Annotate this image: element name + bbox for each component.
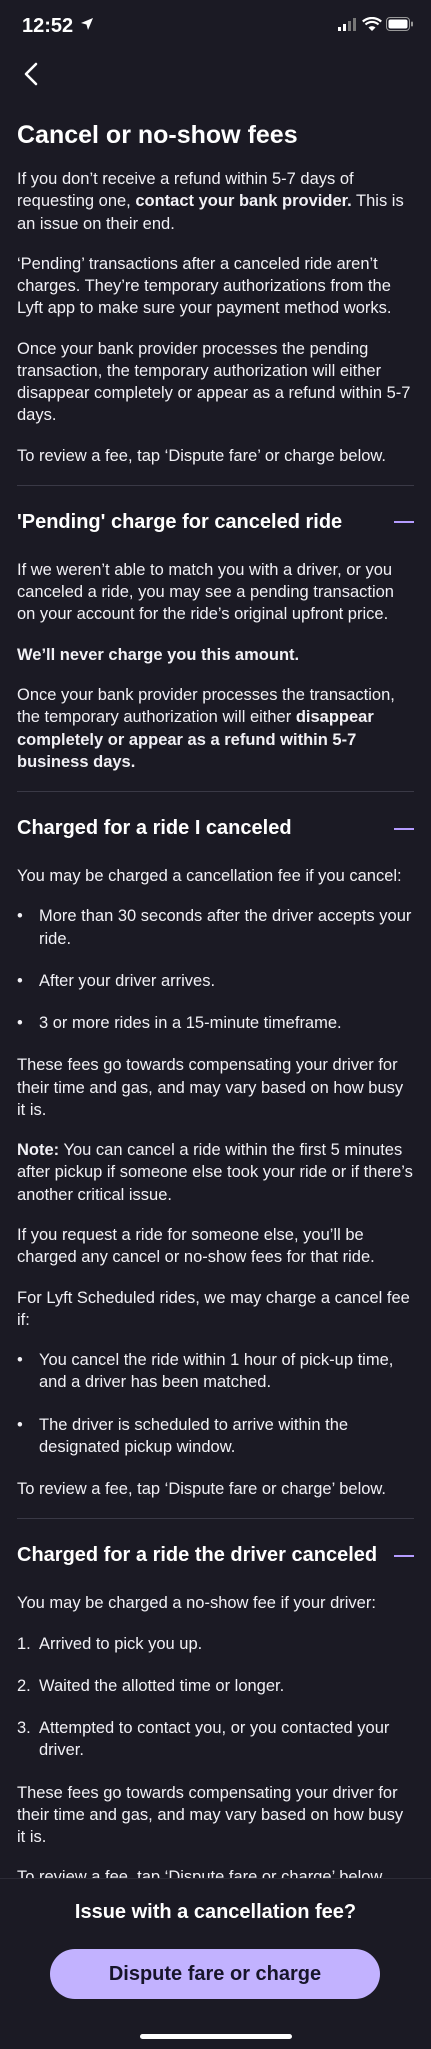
list-item: 2. Waited the allotted time or longer. [17,1675,414,1697]
collapse-minus-icon[interactable] [394,827,414,830]
intro-paragraph-4: To review a fee, tap ‘Dispute fare’ or c… [17,446,387,465]
section-paragraph: For Lyft Scheduled rides, we may charge … [17,1288,410,1329]
list-item-text: You cancel the ride within 1 hour of pic… [39,1351,394,1392]
bullet-marker: • [17,1415,23,1434]
section-paragraph: These fees go towards compensating your … [17,1056,404,1119]
section-title: Charged for a ride I canceled [17,817,292,840]
bullet-marker: • [17,971,23,990]
list-item: • You cancel the ride within 1 hour of pi… [17,1349,414,1394]
article-scroll[interactable]: Cancel or no-show fees If you don’t rece… [0,110,431,1880]
list-item: 3. Attempted to contact you, or you conta… [17,1717,414,1762]
back-chevron-icon [24,62,38,86]
list-item-text: After your driver arrives. [39,971,216,990]
numbered-list: 1. Arrived to pick you up. 2. Waited the a… [17,1633,414,1762]
section-header-rider-canceled[interactable]: Charged for a ride I canceled [17,816,414,841]
list-item: 1. Arrived to pick you up. [17,1633,414,1655]
list-item: • The driver is scheduled to arrive withi… [17,1414,414,1459]
list-number: 1. [17,1634,31,1653]
bullet-marker: • [17,907,23,926]
footer-question: Issue with a cancellation fee? [74,1901,357,1923]
section-paragraph: To review a fee, tap ‘Dispute fare or ch… [17,1480,387,1499]
list-item-text: More than 30 seconds after the driver ac… [39,907,412,948]
page-title: Cancel or no-show fees [17,121,298,149]
list-item-text: Arrived to pick you up. [39,1634,203,1653]
divider [17,484,414,486]
intro-bold-text: contact your bank provider. [135,192,352,211]
section-title: Charged for a ride the driver canceled [17,1544,378,1567]
list-item-text: Waited the allotted time or longer. [39,1676,285,1695]
list-number: 2. [17,1676,31,1695]
intro-paragraph-2: ‘Pending’ transactions after a canceled … [17,254,392,318]
list-item-text: Attempted to contact you, or you contact… [39,1719,390,1760]
note-text: You can cancel a ride within the first 5… [17,1141,413,1204]
bullet-list: • You cancel the ride within 1 hour of pi… [17,1349,414,1458]
section-paragraph: If we weren’t able to match you with a d… [17,560,394,624]
intro-paragraph-3: Once your bank provider processes the pe… [17,339,411,425]
intro-paragraph-1: If you don’t receive a refund within 5-7… [17,168,414,235]
list-item-text: The driver is scheduled to arrive within… [39,1415,349,1456]
list-item-text: 3 or more rides in a 15-minute timeframe… [39,1014,342,1033]
list-number: 3. [17,1719,31,1738]
section-title: 'Pending' charge for canceled ride [17,510,343,533]
battery-icon [386,17,413,31]
list-item: • After your driver arrives. [17,970,414,992]
list-item: • More than 30 seconds after the driver a… [17,905,414,950]
signal-icon [338,18,356,31]
bullet-marker: • [17,1351,23,1370]
collapse-minus-icon[interactable] [394,521,414,524]
bullet-list: • More than 30 seconds after the driver a… [17,905,414,1034]
list-item: • 3 or more rides in a 15-minute timefram… [17,1012,414,1034]
bold-text: We’ll never charge you this amount. [17,645,300,664]
section-header-pending[interactable]: 'Pending' charge for canceled ride [17,510,414,535]
section-paragraph: If you request a ride for someone else, … [17,1225,375,1267]
divider [17,1518,414,1520]
collapse-minus-icon[interactable] [394,1554,414,1557]
bullet-marker: • [17,1014,23,1033]
divider [17,791,414,793]
location-arrow-icon [81,18,93,30]
wifi-icon [362,17,382,31]
note-paragraph: Note: You can cancel a ride within the f… [17,1139,414,1206]
home-indicator[interactable] [140,2034,292,2039]
section-header-driver-canceled[interactable]: Charged for a ride the driver canceled [17,1543,414,1568]
status-time: 12:52 [22,15,74,37]
back-button[interactable] [14,56,50,92]
note-label: Note: [17,1141,60,1160]
section-paragraph: Once your bank provider processes the tr… [17,684,414,773]
section-paragraph: You may be charged a no-show fee if your… [17,1594,376,1613]
section-paragraph: These fees go towards compensating your … [17,1783,404,1847]
section-paragraph: You may be charged a cancellation fee if… [17,867,402,886]
dispute-fare-button[interactable]: Dispute fare or charge [50,1949,380,1999]
section-bold-paragraph: We’ll never charge you this amount. [17,644,414,666]
status-bar: 12:52 [0,0,431,52]
bottom-action-bar: Issue with a cancellation fee? Dispute f… [0,1878,431,2049]
